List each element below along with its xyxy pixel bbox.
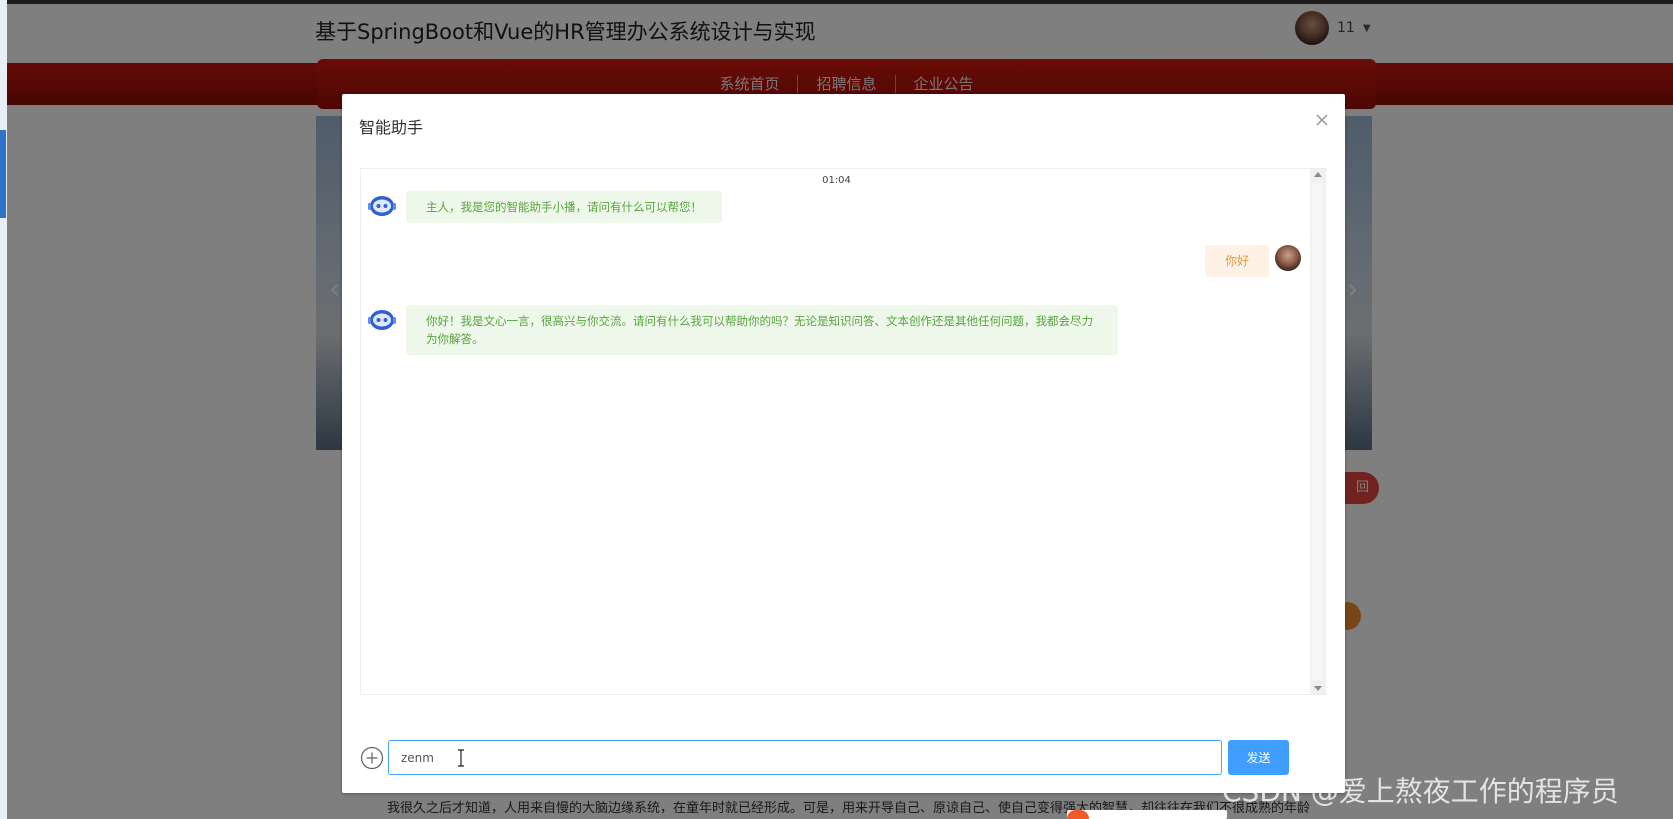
chat-scrollbar[interactable] [1310,169,1325,694]
robot-icon [368,196,396,216]
chat-message-bot: 主人，我是您的智能助手小播，请问有什么可以帮您！ [368,191,722,223]
dialog-title: 智能助手 [359,118,424,137]
scroll-thumb[interactable] [1312,183,1323,680]
chat-timestamp: 01:04 [822,175,851,186]
csdn-badge-logo [1067,810,1089,819]
bot-message-text: 主人，我是您的智能助手小播，请问有什么可以帮您！ [406,191,722,223]
bot-message-text: 你好！我是文心一言，很高兴与你交流。请问有什么我可以帮助你的吗？无论是知识问答、… [406,305,1118,355]
plus-circle-icon[interactable] [360,746,384,770]
scroll-up-icon[interactable] [1314,172,1322,177]
close-icon[interactable] [1312,110,1332,130]
csdn-badge [1067,810,1227,819]
chat-message-bot: 你好！我是文心一言，很高兴与你交流。请问有什么我可以帮助你的吗？无论是知识问答、… [368,305,1118,355]
chat-message-input[interactable] [388,740,1222,775]
user-message-text: 你好 [1204,245,1269,277]
assistant-dialog: 智能助手 01:04 主人，我是您的智能助手小播，请问有什么可以帮您！ 你好 你… [342,94,1345,793]
watermark: CSDN @爱上熬夜工作的程序员 [1222,775,1619,808]
scroll-down-icon[interactable] [1314,686,1322,691]
chat-history[interactable]: 01:04 主人，我是您的智能助手小播，请问有什么可以帮您！ 你好 你好！我是文… [360,168,1326,695]
chat-input-row: 发送 [360,740,1326,775]
desktop-edge [0,0,7,819]
chat-message-user: 你好 [1204,245,1301,277]
robot-icon [368,310,396,330]
user-chat-avatar [1275,245,1301,271]
desktop-edge-highlight [0,130,6,218]
